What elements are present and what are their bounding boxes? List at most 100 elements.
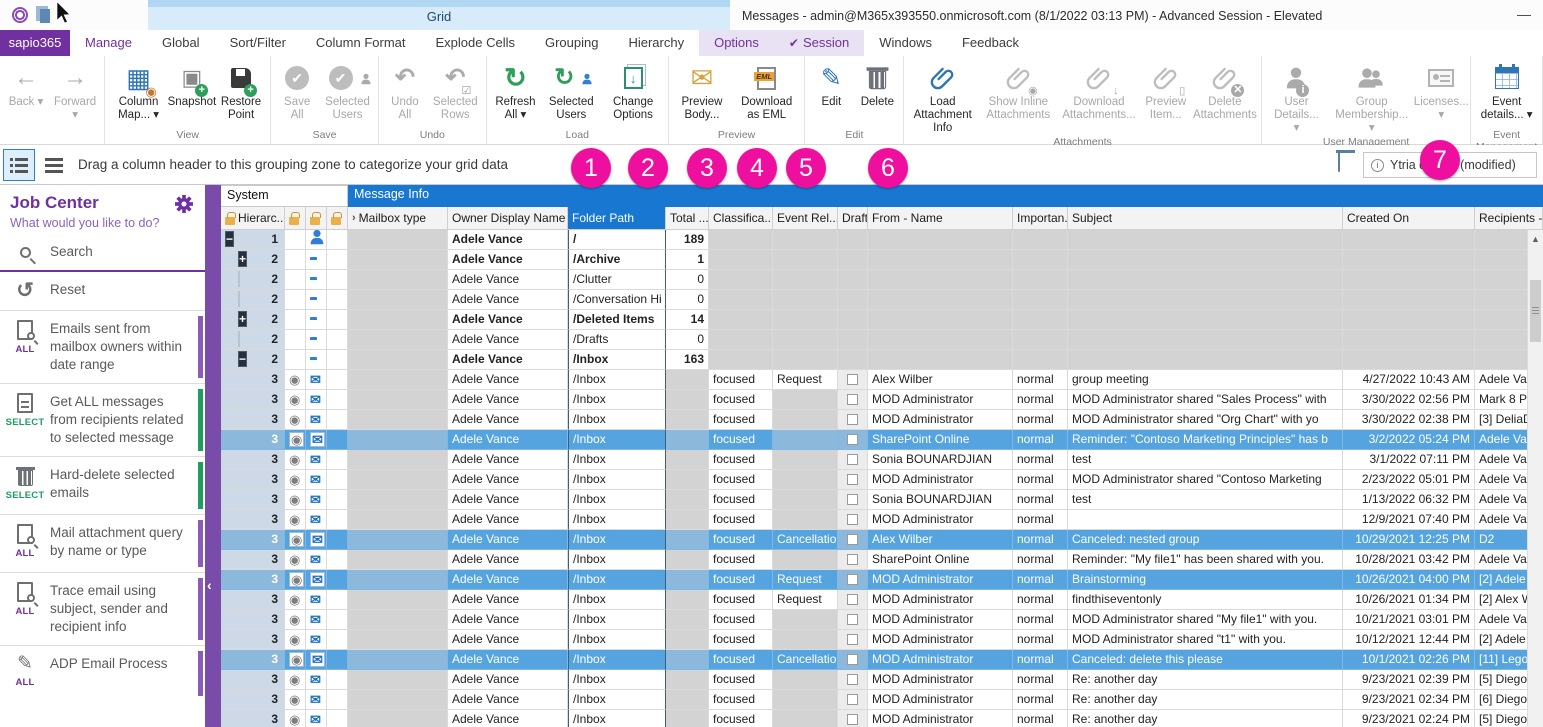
ribbon-button-selected-users[interactable]: ✔Selected Users bbox=[320, 58, 375, 128]
ribbon-button-download-attachments[interactable]: ↓Download Attachments... bbox=[1058, 58, 1139, 135]
ribbon-button-event-details[interactable]: Event details... ▾ bbox=[1474, 58, 1539, 128]
tab-hierarchy[interactable]: Hierarchy bbox=[613, 30, 699, 56]
ribbon-button-preview-body[interactable]: ✉Preview Body... bbox=[672, 58, 732, 128]
ribbon-button-selected-users[interactable]: ↻Selected Users bbox=[541, 58, 601, 128]
ribbon-button-user-details[interactable]: iUser Details... ▾ bbox=[1265, 58, 1328, 135]
message-row-selected[interactable]: 3◉✉Adele Vance/InboxfocusedRequestMOD Ad… bbox=[221, 570, 1543, 590]
message-row-selected[interactable]: 3◉✉Adele Vance/InboxfocusedSharePoint On… bbox=[221, 430, 1543, 450]
column-header-subject[interactable]: Subject bbox=[1068, 207, 1343, 230]
column-header-hierarc[interactable]: Hierarc... bbox=[221, 207, 285, 230]
folder-row[interactable]: 2Adele Vance/Drafts0 bbox=[221, 330, 1543, 350]
column-header-from-name[interactable]: From - Name bbox=[868, 207, 1013, 230]
message-row[interactable]: 3◉✉Adele Vance/InboxfocusedMOD Administr… bbox=[221, 610, 1543, 630]
flat-view-button[interactable] bbox=[38, 149, 70, 181]
ribbon-button-refresh-all[interactable]: ↻Refresh All ▾ bbox=[490, 58, 542, 128]
vertical-scrollbar[interactable]: ▲ bbox=[1527, 230, 1543, 727]
draft-checkbox[interactable] bbox=[847, 454, 858, 465]
ribbon-button-delete[interactable]: Delete bbox=[854, 58, 900, 128]
message-row-selected[interactable]: 3◉✉Adele Vance/InboxfocusedCancellatioMO… bbox=[221, 650, 1543, 670]
ribbon-button-column-map[interactable]: ▦◉Column Map... ▾ bbox=[108, 58, 169, 128]
column-header-classifica[interactable]: Classifica... bbox=[709, 207, 773, 230]
message-row[interactable]: 3◉✉Adele Vance/InboxfocusedMOD Administr… bbox=[221, 630, 1543, 650]
message-row[interactable]: 3◉✉Adele Vance/InboxfocusedMOD Administr… bbox=[221, 470, 1543, 490]
collapse-button[interactable]: − bbox=[225, 231, 234, 247]
ribbon-button-selected-rows[interactable]: ↶☑Selected Rows bbox=[428, 58, 483, 128]
ribbon-button-load-attachment-info[interactable]: Load Attachment Info bbox=[907, 58, 978, 135]
sidebar-item-get-all-messages-from-recipients-related[interactable]: SELECTGet ALL messages from recipients r… bbox=[0, 383, 205, 456]
ribbon-button-snapshot[interactable]: ▣+Snapshot bbox=[169, 58, 215, 128]
message-row[interactable]: 3◉✉Adele Vance/InboxfocusedSharePoint On… bbox=[221, 550, 1543, 570]
draft-checkbox[interactable] bbox=[847, 654, 858, 665]
folder-row[interactable]: +2Adele Vance/Deleted Items14 bbox=[221, 310, 1543, 330]
column-header-mailbox-type[interactable]: ›Mailbox type bbox=[348, 207, 448, 230]
draft-checkbox[interactable] bbox=[847, 694, 858, 705]
message-row[interactable]: 3◉✉Adele Vance/InboxfocusedSonia BOUNARD… bbox=[221, 490, 1543, 510]
sidebar-item-hard-delete-selected-emails[interactable]: SELECTHard-delete selected emails bbox=[0, 456, 205, 514]
draft-checkbox[interactable] bbox=[847, 494, 858, 505]
tab-windows[interactable]: Windows bbox=[864, 30, 947, 56]
tab-sapio365[interactable]: sapio365 bbox=[0, 30, 70, 56]
draft-checkbox[interactable] bbox=[847, 534, 858, 545]
ribbon-button-delete-attachments[interactable]: ✕Delete Attachments bbox=[1192, 58, 1258, 135]
tab-column-format[interactable]: Column Format bbox=[301, 30, 421, 56]
collapse-button[interactable]: − bbox=[238, 351, 247, 367]
ribbon-button-licenses[interactable]: Licenses... ▾ bbox=[1415, 58, 1467, 135]
draft-checkbox[interactable] bbox=[847, 554, 858, 565]
draft-checkbox[interactable] bbox=[847, 474, 858, 485]
ribbon-button-save-all[interactable]: ✔Save All bbox=[274, 58, 320, 128]
message-row[interactable]: 3◉✉Adele Vance/InboxfocusedRequestMOD Ad… bbox=[221, 590, 1543, 610]
tab-feedback[interactable]: Feedback bbox=[947, 30, 1034, 56]
column-header-recipients-n[interactable]: Recipients - N bbox=[1475, 207, 1543, 230]
draft-checkbox[interactable] bbox=[847, 614, 858, 625]
draft-checkbox[interactable] bbox=[847, 574, 858, 585]
column-header-locked-1[interactable] bbox=[285, 207, 306, 230]
expand-button[interactable]: + bbox=[238, 311, 247, 327]
column-header-draft[interactable]: Draft bbox=[838, 207, 868, 230]
message-row[interactable]: 3◉✉Adele Vance/InboxfocusedMOD Administr… bbox=[221, 670, 1543, 690]
tab-sort-filter[interactable]: Sort/Filter bbox=[215, 30, 301, 56]
ribbon-button-download-as-eml[interactable]: EMLDownload as EML bbox=[732, 58, 801, 128]
draft-checkbox[interactable] bbox=[847, 434, 858, 445]
column-header-folder-path[interactable]: Folder Path bbox=[568, 207, 666, 230]
tab-session[interactable]: ✔Session bbox=[774, 30, 864, 56]
folder-row[interactable]: 2Adele Vance/Clutter0 bbox=[221, 270, 1543, 290]
column-header-locked-2[interactable] bbox=[306, 207, 327, 230]
message-row[interactable]: 3◉✉Adele Vance/InboxfocusedMOD Administr… bbox=[221, 390, 1543, 410]
sidebar-item-adp-email-process[interactable]: ✎ALLADP Email Process bbox=[0, 645, 205, 701]
scrollbar-thumb[interactable] bbox=[1530, 280, 1541, 342]
draft-checkbox[interactable] bbox=[847, 414, 858, 425]
folder-row[interactable]: +2Adele Vance/Archive1 bbox=[221, 250, 1543, 270]
column-header-event-rel[interactable]: Event Rel... bbox=[773, 207, 838, 230]
ribbon-button-forward[interactable]: →Forward ▾ bbox=[49, 58, 101, 128]
draft-checkbox[interactable] bbox=[847, 374, 858, 385]
scroll-up-icon[interactable]: ▲ bbox=[1528, 230, 1543, 244]
message-row-selected[interactable]: 3◉✉Adele Vance/InboxfocusedCancellatioAl… bbox=[221, 530, 1543, 550]
message-row[interactable]: 3◉✉Adele Vance/InboxfocusedMOD Administr… bbox=[221, 410, 1543, 430]
tab-global[interactable]: Global bbox=[147, 30, 215, 56]
column-header-importan[interactable]: Importan... bbox=[1013, 207, 1068, 230]
copy-pages-icon[interactable] bbox=[36, 6, 48, 21]
folder-row[interactable]: −1Adele Vance/189 bbox=[221, 230, 1543, 250]
sidebar-collapse-strip[interactable]: ‹ bbox=[205, 185, 221, 727]
group-view-button[interactable] bbox=[3, 149, 35, 181]
tab-grouping[interactable]: Grouping bbox=[530, 30, 613, 56]
tab-manage[interactable]: Manage bbox=[70, 30, 147, 56]
sidebar-item-mail-attachment-query-by-name-or-type[interactable]: ALLMail attachment query by name or type bbox=[0, 514, 205, 572]
sidebar-item-trace-email-using-subject-sender-and-rec[interactable]: ALLTrace email using subject, sender and… bbox=[0, 572, 205, 645]
folder-row[interactable]: −2Adele Vance/Inbox163 bbox=[221, 350, 1543, 370]
ribbon-button-edit[interactable]: ✎Edit bbox=[808, 58, 854, 128]
expand-button[interactable]: + bbox=[238, 251, 247, 267]
ribbon-button-show-inline-attachments[interactable]: ◉Show Inline Attachments bbox=[978, 58, 1058, 135]
folder-row[interactable]: 2Adele Vance/Conversation Hi0 bbox=[221, 290, 1543, 310]
message-row[interactable]: 3◉✉Adele Vance/InboxfocusedMOD Administr… bbox=[221, 690, 1543, 710]
sidebar-item-emails-sent-from-mailbox-owners-within-d[interactable]: ALLEmails sent from mailbox owners withi… bbox=[0, 310, 205, 383]
tab-options[interactable]: Options bbox=[699, 30, 774, 56]
draft-checkbox[interactable] bbox=[847, 674, 858, 685]
column-header-owner-display-name[interactable]: Owner Display Name bbox=[448, 207, 568, 230]
ribbon-button-back[interactable]: ←Back ▾ bbox=[3, 58, 49, 128]
ribbon-button-change-options[interactable]: ↓Change Options bbox=[601, 58, 664, 128]
sidebar-item-reset[interactable]: ↺Reset bbox=[0, 272, 205, 310]
column-header-total[interactable]: Total ... bbox=[666, 207, 709, 230]
tab-explode-cells[interactable]: Explode Cells bbox=[420, 30, 530, 56]
draft-checkbox[interactable] bbox=[847, 514, 858, 525]
